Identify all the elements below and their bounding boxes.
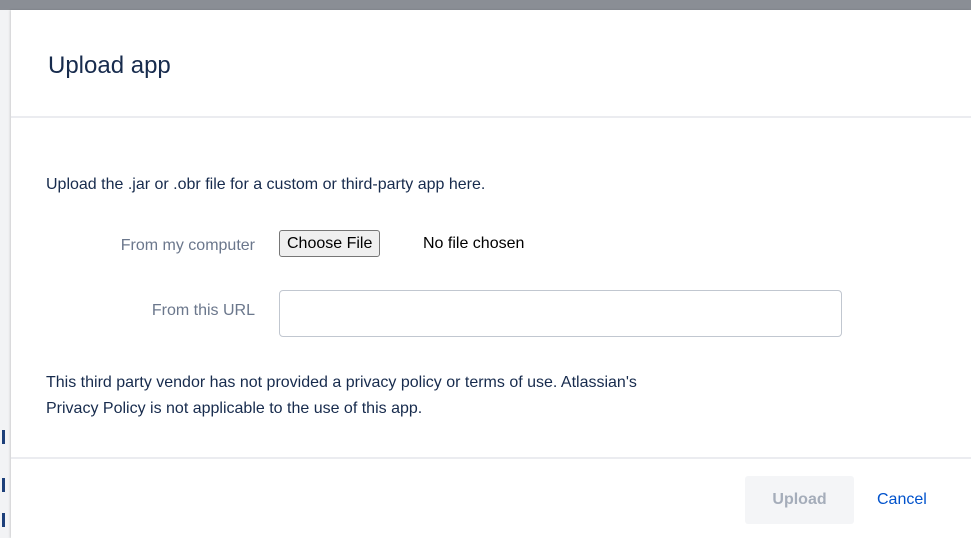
background-page-marker <box>2 478 5 492</box>
cancel-button[interactable]: Cancel <box>869 476 935 524</box>
background-page-marker <box>2 430 5 444</box>
privacy-notice-line: Privacy Policy is not applicable to the … <box>46 400 423 417</box>
from-computer-label: From my computer <box>120 237 255 254</box>
from-url-label: From this URL <box>151 302 255 319</box>
background-page-edge <box>0 10 11 538</box>
app-url-input[interactable] <box>279 290 842 337</box>
upload-instructions: Upload the .jar or .obr file for a custo… <box>46 176 486 193</box>
footer-divider <box>11 457 971 459</box>
upload-button[interactable]: Upload <box>745 476 854 524</box>
privacy-notice: This third party vendor has not provided… <box>46 370 926 422</box>
dialog-title: Upload app <box>48 52 171 79</box>
file-chosen-status: No file chosen <box>423 235 525 252</box>
choose-file-button[interactable]: Choose File <box>279 230 381 257</box>
privacy-notice-line: This third party vendor has not provided… <box>46 374 637 391</box>
dialog-header: Upload app <box>11 10 971 118</box>
upload-app-dialog: Upload app Upload the .jar or .obr file … <box>11 10 971 538</box>
background-page-marker <box>2 513 5 527</box>
